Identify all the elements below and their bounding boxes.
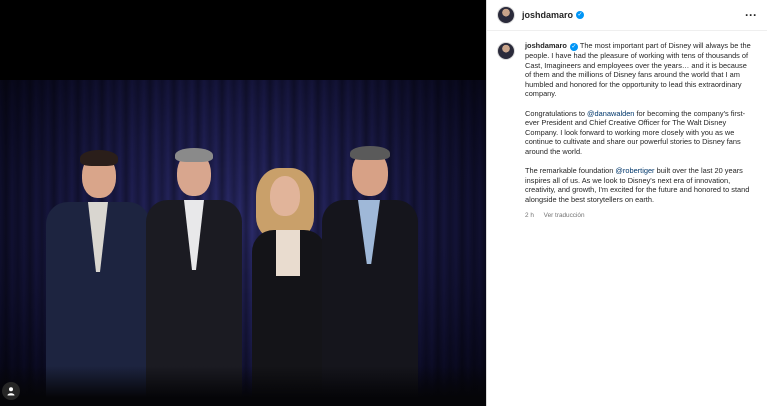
caption-text-3a: The remarkable foundation: [525, 166, 616, 176]
post-header: joshdamaro ✓ ···: [487, 0, 767, 31]
see-translation-link[interactable]: Ver traducción: [544, 212, 585, 219]
mention-link-danawalden[interactable]: @danawalden: [587, 109, 634, 118]
caption-row: joshdamaro ✓ The most important part of D…: [487, 31, 767, 221]
caption-paragraph-3: The remarkable foundation @robertiger bu…: [525, 166, 753, 204]
avatar[interactable]: [497, 6, 515, 24]
caption-avatar[interactable]: [497, 42, 515, 60]
person-icon: [7, 387, 15, 396]
photo-floor: [0, 366, 486, 406]
caption-verified-badge-icon: ✓: [569, 43, 578, 51]
tagged-users-button[interactable]: [2, 382, 20, 400]
caption: joshdamaro ✓ The most important part of D…: [525, 41, 753, 221]
post-photo: [0, 80, 486, 406]
caption-text-2a: Congratulations to: [525, 108, 588, 118]
post-media[interactable]: [0, 0, 486, 406]
author-username[interactable]: joshdamaro: [522, 10, 573, 20]
caption-paragraph-2: Congratulations to @danawalden for becom…: [525, 109, 753, 157]
timestamp[interactable]: 2 h: [525, 212, 534, 219]
caption-username[interactable]: joshdamaro: [525, 41, 567, 50]
more-options-icon[interactable]: ···: [745, 8, 757, 22]
caption-meta: 2 h Ver traducción: [525, 211, 753, 221]
verified-badge-icon: ✓: [576, 11, 585, 19]
caption-paragraph-1: joshdamaro ✓ The most important part of D…: [525, 41, 753, 99]
mention-link-robertiger[interactable]: @robertiger: [615, 166, 654, 175]
post-side-panel: joshdamaro ✓ ··· joshdamaro ✓ The most im…: [486, 0, 767, 406]
